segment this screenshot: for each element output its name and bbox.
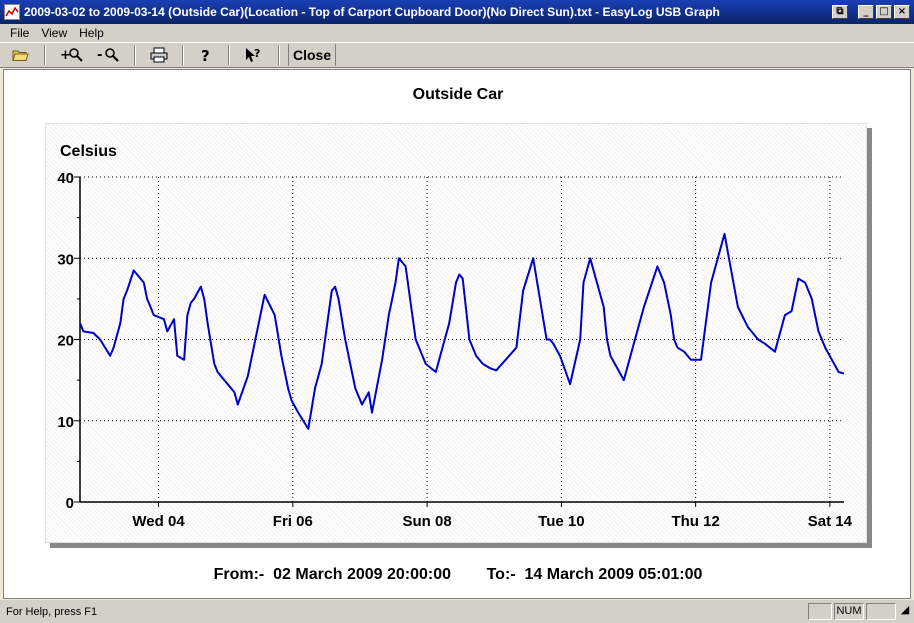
- toolbar-separator: [182, 45, 184, 65]
- y-tick-label: 0: [66, 495, 74, 512]
- x-tick-label: Thu 12: [671, 513, 719, 530]
- temperature-series-line: [79, 232, 845, 430]
- menu-view[interactable]: View: [35, 26, 73, 40]
- y-axis-label: Celsius: [60, 143, 117, 160]
- x-tick-label: Sun 08: [402, 513, 451, 530]
- date-range: From:- 02 March 2009 20:00:00 To:- 14 Ma…: [4, 566, 912, 584]
- toolbar-separator: [278, 45, 280, 65]
- y-tick-label: 10: [57, 414, 74, 431]
- title-bar[interactable]: 2009-03-02 to 2009-03-14 (Outside Car)(L…: [0, 0, 914, 24]
- toolbar: + - ? ? Close: [0, 42, 914, 68]
- status-pane-scroll: [866, 603, 896, 620]
- window-title: 2009-03-02 to 2009-03-14 (Outside Car)(L…: [24, 5, 720, 19]
- x-tick-label: Tue 10: [538, 513, 584, 530]
- close-icon[interactable]: ×: [894, 5, 910, 19]
- svg-text:-: -: [97, 48, 102, 63]
- status-help-text: For Help, press F1: [6, 605, 98, 618]
- from-value: 02 March 2009 20:00:00: [273, 566, 452, 583]
- help-icon[interactable]: ?: [192, 44, 220, 66]
- y-tick-label: 40: [57, 170, 74, 187]
- toolbar-separator: [44, 45, 46, 65]
- restore-icon[interactable]: ⧉: [832, 5, 848, 19]
- toolbar-separator: [134, 45, 136, 65]
- svg-text:+: +: [60, 48, 71, 63]
- to-label: To:-: [486, 566, 516, 583]
- to-value: 14 March 2009 05:01:00: [524, 566, 703, 583]
- menu-bar: File View Help: [0, 24, 914, 42]
- from-label: From:-: [213, 566, 265, 583]
- status-pane-num: NUM: [834, 603, 864, 620]
- graph-area: Outside Car Celsius 0 10 20 30 40 Wed 04 Fri 06…: [3, 69, 911, 599]
- temperature-chart[interactable]: Celsius 0 10 20 30 40 Wed 04 Fri 06 Sun 08 Tue 10…: [46, 124, 868, 544]
- svg-text:?: ?: [254, 47, 260, 60]
- toolbar-separator: [228, 45, 230, 65]
- app-graph-icon: [4, 4, 20, 20]
- zoom-out-icon[interactable]: -: [90, 44, 126, 66]
- resize-grip-icon[interactable]: ◢: [898, 603, 912, 620]
- x-tick-label: Wed 04: [132, 513, 185, 530]
- close-button[interactable]: Close: [288, 44, 337, 66]
- y-tick-label: 30: [57, 251, 74, 268]
- open-folder-icon[interactable]: [6, 44, 36, 66]
- menu-file[interactable]: File: [4, 26, 35, 40]
- graph-title: Outside Car: [412, 86, 504, 103]
- y-tick-label: 20: [57, 333, 74, 350]
- minimize-icon[interactable]: _: [858, 5, 874, 19]
- x-tick-label: Fri 06: [273, 513, 313, 530]
- printer-icon[interactable]: [144, 44, 174, 66]
- context-help-icon[interactable]: ?: [238, 44, 270, 66]
- zoom-in-icon[interactable]: +: [54, 44, 90, 66]
- maximize-icon[interactable]: □: [876, 5, 892, 19]
- status-pane-caps: [808, 603, 832, 620]
- chart-frame: Celsius 0 10 20 30 40 Wed 04 Fri 06 Sun 08 Tue 10…: [45, 123, 867, 543]
- menu-help[interactable]: Help: [73, 26, 110, 40]
- svg-text:?: ?: [201, 47, 210, 63]
- x-tick-label: Sat 14: [808, 513, 853, 530]
- status-bar: For Help, press F1 NUM ◢: [0, 600, 914, 623]
